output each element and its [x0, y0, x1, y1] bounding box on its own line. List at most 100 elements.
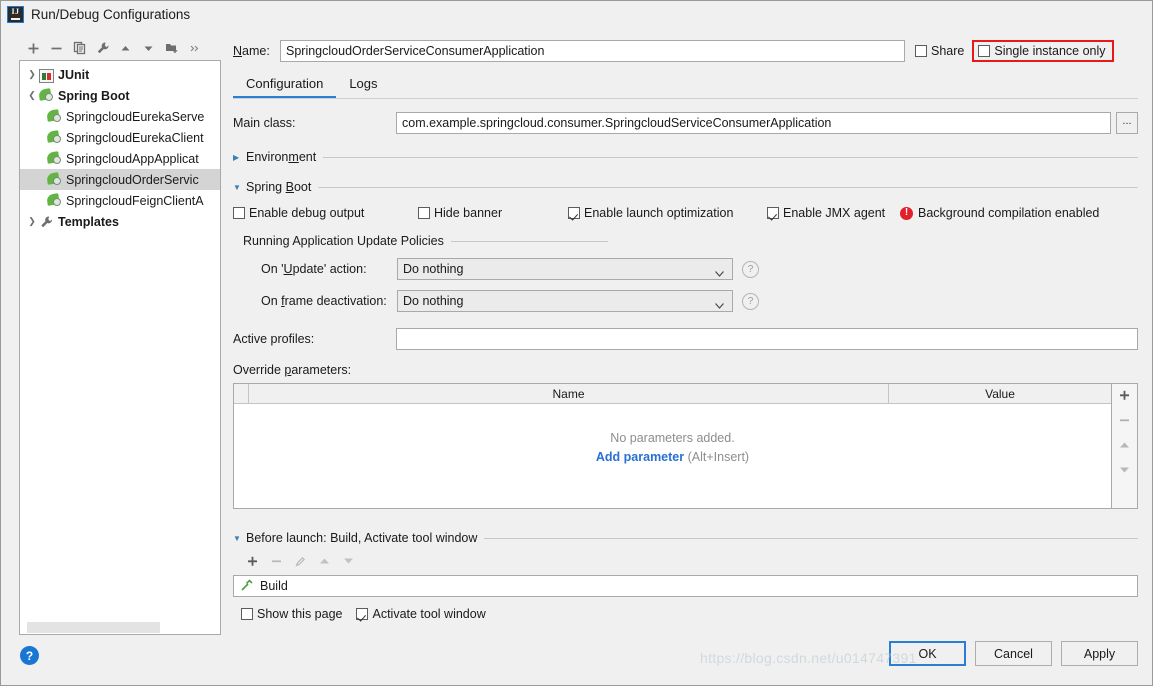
show-this-page-label: Show this page — [257, 607, 343, 621]
chevron-down-icon[interactable]: ❮ — [25, 90, 39, 101]
chevron-down-icon[interactable] — [715, 298, 724, 312]
tree-node-springcloud-order-service[interactable]: SpringcloudOrderServic — [20, 169, 220, 190]
active-profiles-row: Active profiles: — [233, 328, 1138, 350]
enable-debug-output-label: Enable debug output — [249, 206, 365, 220]
chevron-down-icon[interactable]: ▼ — [233, 534, 246, 543]
plus-icon[interactable] — [1114, 386, 1136, 404]
arrow-down-icon[interactable] — [337, 551, 359, 571]
chevron-down-icon[interactable]: ▼ — [233, 183, 246, 192]
spring-boot-icon — [46, 130, 64, 145]
help-icon[interactable]: ? — [20, 646, 39, 665]
arrow-up-icon[interactable] — [1114, 436, 1136, 454]
chevron-double-right-icon[interactable] — [183, 38, 206, 59]
single-instance-only-checkbox[interactable]: Single instance only — [972, 40, 1114, 62]
chevron-right-icon[interactable]: ▶ — [233, 153, 246, 162]
enable-jmx-agent-checkbox[interactable]: Enable JMX agent — [767, 206, 900, 220]
tab-logs[interactable]: Logs — [336, 73, 390, 98]
minus-icon[interactable] — [1114, 411, 1136, 429]
configuration-tree-panel: ❯ JUnit ❮ Spring Boot SpringcloudEurekaS… — [19, 37, 221, 635]
on-frame-deactivation-select[interactable]: Do nothing — [397, 290, 733, 312]
section-divider — [318, 186, 1138, 188]
plus-icon[interactable] — [241, 551, 263, 571]
apply-button[interactable]: Apply — [1061, 641, 1138, 666]
before-launch-task-label: Build — [260, 579, 288, 593]
dialog-titlebar: Run/Debug Configurations — [1, 1, 1152, 28]
tree-node-junit[interactable]: ❯ JUnit — [20, 64, 220, 85]
add-parameter-link[interactable]: Add parameter — [596, 450, 684, 464]
browse-main-class-button[interactable]: ... — [1116, 112, 1138, 134]
before-launch-section-header[interactable]: ▼ Before launch: Build, Activate tool wi… — [233, 531, 1138, 545]
override-parameters-table[interactable]: Name Value No parameters added. Add para… — [233, 383, 1112, 509]
tree-node-springcloud-feign-client[interactable]: SpringcloudFeignClientA — [20, 190, 220, 211]
spring-boot-section-header[interactable]: ▼ Spring Boot — [233, 180, 1138, 194]
table-header-row: Name Value — [234, 384, 1111, 404]
tree-toolbar — [19, 37, 221, 59]
wrench-icon — [39, 214, 56, 229]
tree-node-springcloud-eureka-server[interactable]: SpringcloudEurekaServe — [20, 106, 220, 127]
checkbox-box[interactable] — [241, 608, 253, 620]
pencil-icon[interactable] — [289, 551, 311, 571]
editor-tabs: Configuration Logs — [233, 71, 1138, 99]
hide-banner-checkbox[interactable]: Hide banner — [418, 206, 568, 220]
checkbox-box[interactable] — [767, 207, 779, 219]
checkbox-box[interactable] — [418, 207, 430, 219]
update-policies-title: Running Application Update Policies — [243, 234, 444, 248]
tree-node-springcloud-app-application[interactable]: SpringcloudAppApplicat — [20, 148, 220, 169]
chevron-down-icon[interactable] — [715, 266, 724, 280]
on-frame-deactivation-help-icon[interactable]: ? — [742, 292, 759, 310]
activate-tool-window-checkbox[interactable]: Activate tool window — [356, 607, 486, 621]
chevron-right-icon[interactable]: ❯ — [25, 216, 39, 227]
wrench-icon[interactable] — [91, 38, 114, 59]
arrow-up-icon[interactable] — [114, 38, 137, 59]
before-launch-task-list[interactable]: Build — [233, 575, 1138, 597]
tree-node-label: SpringcloudOrderServic — [66, 172, 199, 187]
tree-node-springcloud-eureka-client[interactable]: SpringcloudEurekaClient — [20, 127, 220, 148]
chevron-right-icon[interactable]: ❯ — [25, 69, 39, 80]
enable-launch-optimization-label: Enable launch optimization — [584, 206, 734, 220]
show-this-page-checkbox[interactable]: Show this page — [241, 607, 342, 621]
checkbox-box[interactable] — [233, 207, 245, 219]
table-header-name[interactable]: Name — [249, 384, 889, 403]
arrow-up-icon[interactable] — [313, 551, 335, 571]
checkbox-box[interactable] — [915, 45, 927, 57]
environment-section-header[interactable]: ▶ Environment — [233, 150, 1138, 164]
copy-icon[interactable] — [68, 38, 91, 59]
on-update-action-help-icon[interactable]: ? — [742, 260, 759, 278]
tree-node-spring-boot[interactable]: ❮ Spring Boot — [20, 85, 220, 106]
name-input[interactable]: SpringcloudOrderServiceConsumerApplicati… — [280, 40, 905, 62]
on-frame-deactivation-value: Do nothing — [403, 294, 464, 308]
tree-node-templates[interactable]: ❯ Templates — [20, 211, 220, 232]
checkbox-box[interactable] — [356, 608, 369, 620]
arrow-down-icon[interactable] — [137, 38, 160, 59]
plus-icon[interactable] — [22, 38, 45, 59]
run-debug-configurations-dialog: Run/Debug Configurations — [0, 0, 1153, 686]
share-checkbox[interactable]: Share — [915, 44, 964, 58]
minus-icon[interactable] — [45, 38, 68, 59]
scrollbar-thumb[interactable] — [27, 622, 160, 633]
before-launch-options: Show this page Activate tool window — [233, 607, 1138, 621]
active-profiles-input[interactable] — [396, 328, 1138, 350]
tree-horizontal-scrollbar[interactable] — [21, 622, 219, 633]
environment-section-title: Environment — [246, 150, 317, 164]
folder-add-icon[interactable] — [160, 38, 183, 59]
tab-configuration[interactable]: Configuration — [233, 73, 337, 98]
main-class-input[interactable]: com.example.springcloud.consumer.Springc… — [396, 112, 1111, 134]
tree-node-label: Spring Boot — [58, 88, 130, 103]
on-update-action-select[interactable]: Do nothing — [397, 258, 733, 280]
build-hammer-icon — [240, 578, 254, 595]
configuration-tree[interactable]: ❯ JUnit ❮ Spring Boot SpringcloudEurekaS… — [19, 60, 221, 635]
add-parameter-hint: (Alt+Insert) — [687, 449, 750, 464]
minus-icon[interactable] — [265, 551, 287, 571]
on-frame-deactivation-row: On frame deactivation: Do nothing ? — [233, 290, 1138, 312]
checkbox-box[interactable] — [978, 45, 991, 57]
background-compilation-warning: ! Background compilation enabled — [900, 206, 1099, 220]
arrow-down-icon[interactable] — [1114, 461, 1136, 479]
tree-node-label: SpringcloudEurekaClient — [66, 130, 204, 145]
table-header-value[interactable]: Value — [889, 384, 1111, 403]
spring-boot-section-title: Spring Boot — [246, 180, 312, 194]
enable-launch-optimization-checkbox[interactable]: Enable launch optimization — [568, 206, 767, 220]
checkbox-box[interactable] — [568, 207, 580, 219]
enable-debug-output-checkbox[interactable]: Enable debug output — [233, 206, 418, 220]
section-divider — [323, 156, 1138, 158]
cancel-button[interactable]: Cancel — [975, 641, 1052, 666]
